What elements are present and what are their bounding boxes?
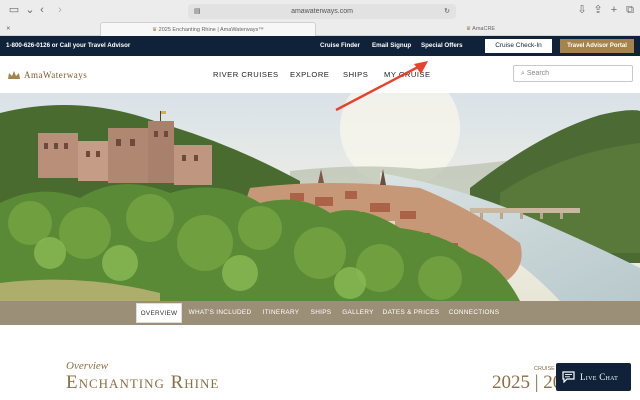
logo[interactable]: AmaWaterways (7, 69, 87, 81)
crown-icon: ♛ (466, 26, 471, 32)
tab-enchanting-rhine[interactable]: ♛ 2025 Enchanting Rhine | AmaWaterways™ (100, 22, 316, 36)
tab-overview[interactable]: OVERVIEW (136, 303, 182, 323)
live-chat-label: Live Chat (580, 372, 619, 382)
tab-amacre[interactable]: ♛ AmaCRE (466, 22, 556, 36)
reload-icon[interactable]: ↻ (444, 4, 450, 19)
cruise-check-in-button[interactable]: Cruise Check-In (485, 39, 552, 53)
browser-chrome: ▭ ⌄ ‹ › ▤ amawaterways.com ↻ ⇩ ⇪ + ⧉ ✕ ♛… (0, 0, 640, 36)
search-icon: ⌕ (521, 70, 525, 77)
tab-overview-icon[interactable]: ⧉ (622, 3, 638, 18)
crown-icon: ♛ (152, 27, 158, 33)
hero-image (0, 93, 640, 301)
annotation-arrow-icon (335, 61, 428, 112)
overview-label: Overview (66, 360, 109, 372)
tab-dates-prices[interactable]: DATES & PRICES (380, 301, 442, 325)
tab-close-icon[interactable]: ✕ (6, 22, 16, 36)
cruise-years[interactable]: 2025 | 20 (492, 372, 562, 394)
tab-ships[interactable]: SHIPS (306, 301, 336, 325)
url-text: amawaterways.com (291, 8, 353, 15)
special-offers-link[interactable]: Special Offers (421, 36, 463, 56)
share-icon[interactable]: ⇪ (590, 3, 606, 18)
tab-whats-included[interactable]: WHAT'S INCLUDED (186, 301, 254, 325)
live-chat-button[interactable]: Live Chat (556, 363, 631, 391)
phone-text[interactable]: 1-800-626-0126 or Call your Travel Advis… (6, 36, 130, 56)
utility-bar: 1-800-626-0126 or Call your Travel Advis… (0, 36, 640, 56)
main-navigation: AmaWaterways RIVER CRUISES EXPLORE SHIPS… (0, 56, 640, 93)
back-icon[interactable]: ‹ (34, 3, 50, 18)
new-tab-icon[interactable]: + (606, 3, 622, 18)
tab-label: AmaCRE (472, 26, 496, 32)
heidelberg-landscape-image (0, 93, 640, 301)
search-input[interactable]: ⌕ Search (513, 65, 633, 82)
nav-explore[interactable]: EXPLORE (290, 56, 329, 93)
page-icon: ▤ (194, 8, 201, 15)
travel-advisor-portal-button[interactable]: Travel Advisor Portal (560, 39, 634, 53)
browser-toolbar: ▭ ⌄ ‹ › ▤ amawaterways.com ↻ ⇩ ⇪ + ⧉ (0, 0, 640, 22)
crown-logo-icon (8, 71, 20, 79)
tab-gallery[interactable]: GALLERY (338, 301, 378, 325)
download-icon[interactable]: ⇩ (574, 3, 590, 18)
tab-strip: ✕ ♛ 2025 Enchanting Rhine | AmaWaterways… (0, 22, 640, 36)
address-bar[interactable]: ▤ amawaterways.com ↻ (188, 4, 456, 19)
forward-icon[interactable]: › (52, 3, 68, 18)
tab-itinerary[interactable]: ITINERARY (258, 301, 304, 325)
cruise-tab-nav: OVERVIEW WHAT'S INCLUDED ITINERARY SHIPS… (0, 301, 640, 325)
tab-label: 2025 Enchanting Rhine | AmaWaterways™ (158, 27, 264, 33)
page-title: Enchanting Rhine (66, 372, 220, 393)
nav-river-cruises[interactable]: RIVER CRUISES (213, 56, 279, 93)
chat-bubble-icon (562, 371, 575, 383)
logo-text: AmaWaterways (24, 70, 88, 80)
sidebar-toggle-icon[interactable]: ▭ (6, 3, 22, 18)
tab-connections[interactable]: CONNECTIONS (444, 301, 504, 325)
search-placeholder: Search (526, 70, 550, 77)
cruise-finder-link[interactable]: Cruise Finder (320, 36, 360, 56)
email-signup-link[interactable]: Email Signup (372, 36, 411, 56)
